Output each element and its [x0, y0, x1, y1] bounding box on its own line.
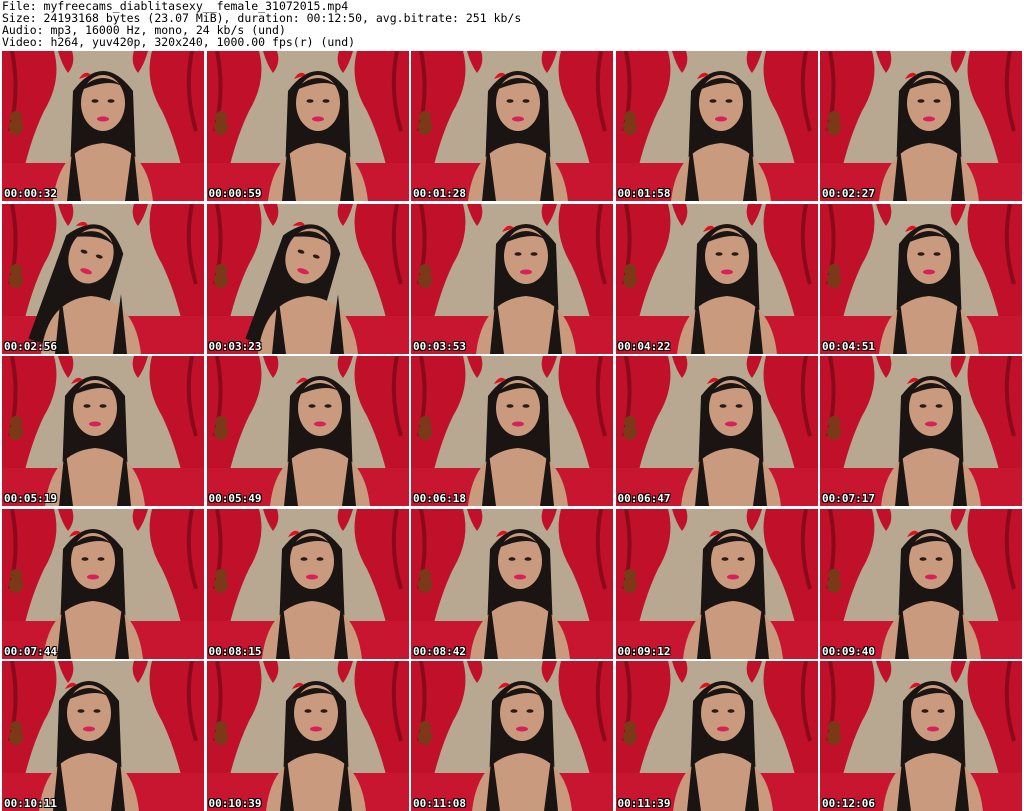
- thumbnail-timestamp: 00:06:18: [413, 492, 466, 505]
- video-thumbnail: 00:09:40: [820, 508, 1022, 659]
- thumbnail-timestamp: 00:04:51: [822, 339, 875, 353]
- webcam-frame-image: [820, 356, 1022, 506]
- video-thumbnail: 00:06:18: [411, 356, 613, 506]
- webcam-frame-image: [2, 203, 204, 354]
- thumbnail-timestamp: 00:12:06: [822, 797, 875, 810]
- video-thumbnail: 00:08:15: [206, 508, 409, 659]
- thumbnail-timestamp: 00:01:28: [413, 187, 466, 200]
- video-thumbnail: 00:10:39: [206, 661, 409, 811]
- video-thumbnail: 00:07:44: [2, 508, 204, 659]
- video-thumbnail: 00:10:11: [2, 661, 204, 811]
- webcam-frame-image: [2, 661, 204, 811]
- webcam-frame-image: [615, 203, 818, 354]
- thumbnail-timestamp: 00:08:42: [413, 644, 466, 658]
- thumbnail-timestamp: 00:03:23: [208, 339, 262, 353]
- webcam-frame-image: [615, 51, 818, 201]
- thumbnail-timestamp: 00:10:39: [208, 797, 262, 810]
- file-info-header: File: myfreecams_diablitasexy__female_31…: [2, 0, 1022, 50]
- thumbnail-timestamp: 00:05:49: [208, 492, 262, 505]
- webcam-frame-image: [2, 356, 204, 506]
- thumbnail-timestamp: 00:08:15: [208, 644, 262, 658]
- thumbnail-timestamp: 00:00:32: [4, 187, 57, 200]
- thumbnail-timestamp: 00:07:44: [4, 644, 57, 658]
- thumbnail-timestamp: 00:02:56: [4, 339, 57, 353]
- thumbnail-timestamp: 00:11:08: [413, 797, 466, 810]
- thumbnail-timestamp: 00:06:47: [617, 492, 671, 505]
- video-thumbnail: 00:07:17: [820, 356, 1022, 506]
- webcam-frame-image: [206, 508, 409, 659]
- video-thumbnail: 00:12:06: [820, 661, 1022, 811]
- webcam-frame-image: [206, 356, 409, 506]
- video-thumbnail: 00:03:23: [206, 203, 409, 354]
- webcam-frame-image: [206, 661, 409, 811]
- webcam-frame-image: [615, 356, 818, 506]
- video-thumbnail: 00:11:39: [615, 661, 818, 811]
- video-thumbnail: 00:11:08: [411, 661, 613, 811]
- webcam-frame-image: [2, 51, 204, 201]
- video-thumbnail: 00:05:19: [2, 356, 204, 506]
- thumbnail-timestamp: 00:04:22: [617, 339, 671, 353]
- thumbnail-timestamp: 00:02:27: [822, 187, 875, 200]
- webcam-frame-image: [820, 51, 1022, 201]
- thumbnail-timestamp: 00:09:12: [617, 644, 671, 658]
- video-thumbnail: 00:05:49: [206, 356, 409, 506]
- video-thumbnail: 00:04:51: [820, 203, 1022, 354]
- webcam-frame-image: [411, 203, 613, 354]
- webcam-frame-image: [2, 508, 204, 659]
- video-thumbnail: 00:03:53: [411, 203, 613, 354]
- webcam-frame-image: [820, 661, 1022, 811]
- webcam-frame-image: [820, 203, 1022, 354]
- video-thumbnail: 00:04:22: [615, 203, 818, 354]
- webcam-frame-image: [820, 508, 1022, 659]
- webcam-frame-image: [411, 356, 613, 506]
- video-thumbnail: 00:08:42: [411, 508, 613, 659]
- thumbnail-timestamp: 00:07:17: [822, 492, 875, 505]
- thumbnail-timestamp: 00:00:59: [208, 187, 262, 200]
- video-thumbnail: 00:00:32: [2, 51, 204, 201]
- thumbnail-timestamp: 00:03:53: [413, 339, 466, 353]
- thumbnail-timestamp: 00:09:40: [822, 644, 875, 658]
- video-thumbnail: 00:06:47: [615, 356, 818, 506]
- thumbnail-grid: 00:00:32 00:00:59 00:01:28 00:01:58 00:02:27…: [2, 51, 1022, 811]
- video-thumbnail: 00:09:12: [615, 508, 818, 659]
- thumbnail-timestamp: 00:05:19: [4, 492, 57, 505]
- thumbnail-timestamp: 00:01:58: [617, 187, 671, 200]
- thumbnail-timestamp: 00:11:39: [617, 797, 671, 810]
- video-thumbnail: 00:02:56: [2, 203, 204, 354]
- video-thumbnail: 00:00:59: [206, 51, 409, 201]
- video-thumbnail: 00:02:27: [820, 51, 1022, 201]
- webcam-frame-image: [411, 508, 613, 659]
- webcam-frame-image: [411, 51, 613, 201]
- video-thumbnail: 00:01:58: [615, 51, 818, 201]
- thumbnail-timestamp: 00:10:11: [4, 797, 57, 810]
- video-info-line: Video: h264, yuv420p, 320x240, 1000.00 f…: [2, 35, 356, 49]
- webcam-frame-image: [206, 203, 409, 354]
- webcam-frame-image: [615, 661, 818, 811]
- webcam-frame-image: [615, 508, 818, 659]
- video-thumbnail: 00:01:28: [411, 51, 613, 201]
- webcam-frame-image: [411, 661, 613, 811]
- webcam-frame-image: [206, 51, 409, 201]
